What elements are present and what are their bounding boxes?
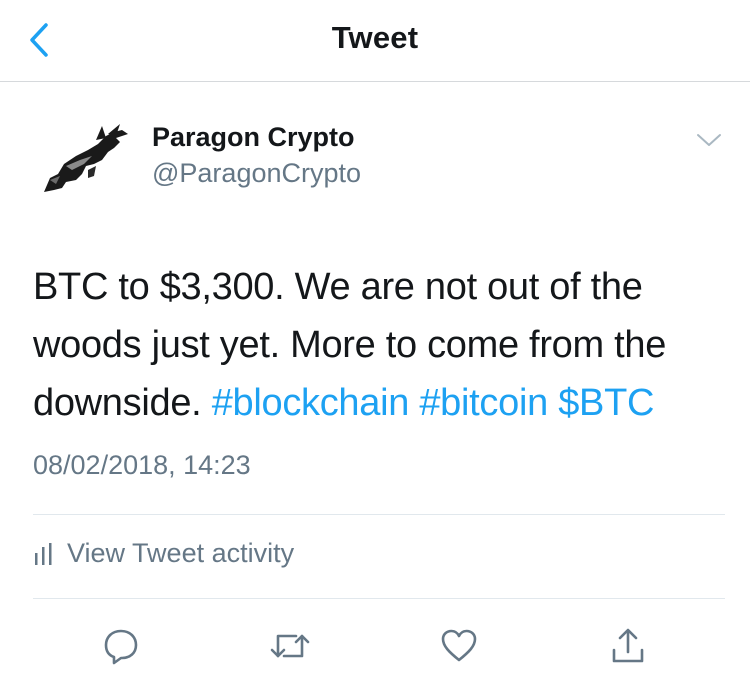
tweet-text-line-end: downside. [33, 382, 202, 424]
view-tweet-activity-button[interactable]: View Tweet activity [33, 538, 294, 569]
bar-chart-icon [35, 542, 52, 565]
hashtag-link[interactable]: #bitcoin [419, 382, 548, 424]
like-button[interactable] [435, 622, 483, 670]
chevron-down-icon [697, 134, 721, 146]
tweet-text-line: downside. #blockchain #bitcoin $BTC [33, 374, 733, 432]
divider [33, 514, 725, 515]
share-icon [612, 628, 644, 663]
handle[interactable]: @ParagonCrypto [152, 158, 361, 189]
tweet-text-line: BTC to $3,300. We are not out of the [33, 266, 643, 308]
navigation-bar: Tweet [0, 0, 750, 82]
timestamp: 08/02/2018, 14:23 [33, 450, 251, 480]
reply-icon [104, 629, 138, 665]
tweet-text-line: woods just yet. More to come from the [33, 324, 667, 366]
retweet-icon [270, 634, 310, 658]
share-button[interactable] [604, 622, 652, 670]
tweet-text: BTC to $3,300. We are not out of the woo… [33, 258, 733, 432]
reply-button[interactable] [97, 622, 145, 670]
page-title: Tweet [331, 20, 419, 55]
tweet-menu-button[interactable] [694, 128, 724, 152]
cashtag-link[interactable]: $BTC [558, 382, 654, 424]
hashtag-link[interactable]: #blockchain [212, 382, 410, 424]
avatar[interactable] [36, 120, 132, 200]
display-name[interactable]: Paragon Crypto [152, 122, 355, 153]
bull-logo-icon [44, 124, 128, 192]
divider [33, 598, 725, 599]
retweet-button[interactable] [266, 622, 314, 670]
view-tweet-activity-label: View Tweet activity [67, 538, 295, 568]
heart-icon [441, 629, 477, 662]
action-bar [0, 618, 750, 674]
